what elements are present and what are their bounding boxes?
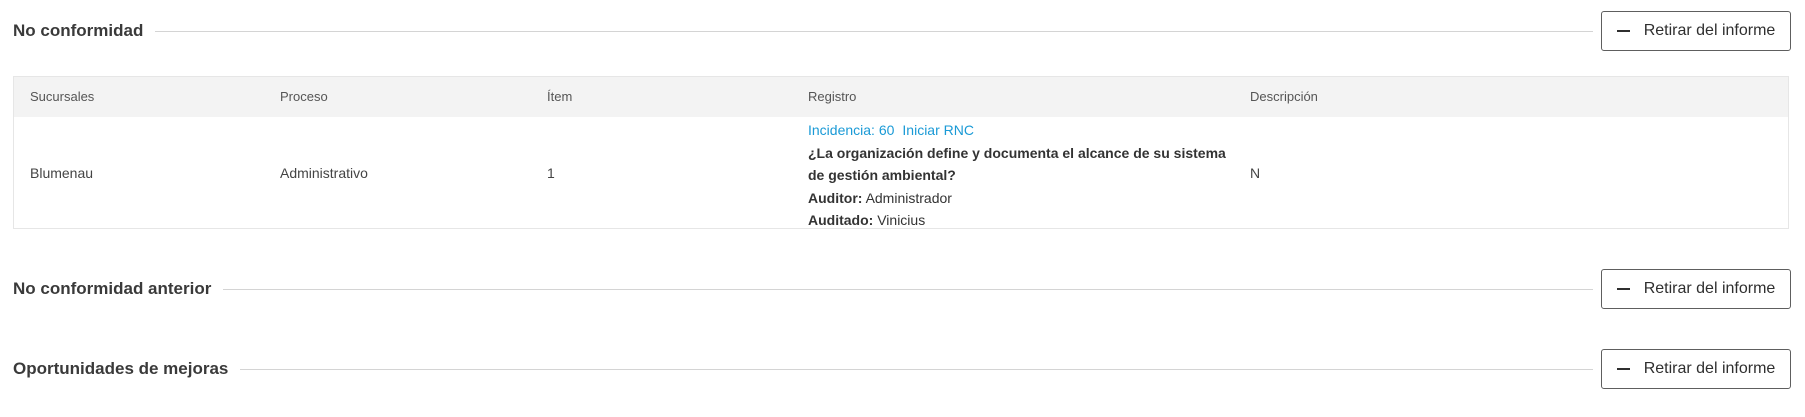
registro-auditado: Auditado: Vinicius bbox=[808, 209, 1238, 232]
cell-item: 1 bbox=[547, 164, 555, 181]
section-title: No conformidad anterior bbox=[13, 279, 212, 298]
remove-from-report-button[interactable]: Retirar del informe bbox=[1601, 349, 1791, 389]
remove-button-label: Retirar del informe bbox=[1643, 280, 1776, 297]
auditado-value: Vinicius bbox=[877, 212, 926, 228]
auditor-value: Administrador bbox=[865, 189, 952, 206]
section-divider bbox=[240, 368, 1593, 370]
section-header-oportunidades-de-mejoras: Oportunidades de mejoras Retirar del inf… bbox=[13, 349, 1791, 389]
registro-links: Incidencia: 60 Iniciar RNC bbox=[808, 119, 1238, 142]
section-title: No conformidad bbox=[13, 21, 144, 40]
column-header-descripcion: Descripción bbox=[1250, 89, 1318, 104]
registro-auditor: Auditor: Administrador bbox=[808, 187, 1238, 210]
section-divider bbox=[155, 30, 1593, 32]
iniciar-rnc-link[interactable]: Iniciar RNC bbox=[902, 122, 974, 138]
auditado-label: Auditado: bbox=[808, 212, 874, 228]
auditor-label: Auditor: bbox=[808, 189, 863, 206]
section-header-no-conformidad: No conformidad Retirar del informe bbox=[13, 11, 1791, 51]
minus-icon bbox=[1616, 288, 1630, 290]
table-header-row: Sucursales Proceso Ítem Registro Descrip… bbox=[14, 77, 1788, 117]
remove-button-label: Retirar del informe bbox=[1643, 22, 1776, 39]
table-row: Blumenau Administrativo 1 Incidencia: 60… bbox=[14, 117, 1788, 228]
column-header-sucursales: Sucursales bbox=[30, 89, 95, 104]
remove-from-report-button[interactable]: Retirar del informe bbox=[1601, 269, 1791, 309]
section-title: Oportunidades de mejoras bbox=[13, 359, 229, 378]
incidencia-link[interactable]: Incidencia: 60 bbox=[808, 122, 894, 138]
no-conformidad-table: Sucursales Proceso Ítem Registro Descrip… bbox=[13, 76, 1789, 229]
cell-proceso: Administrativo bbox=[280, 164, 368, 181]
column-header-item: Ítem bbox=[547, 89, 573, 104]
column-header-registro: Registro bbox=[808, 89, 857, 104]
minus-icon bbox=[1616, 368, 1630, 370]
cell-registro: Incidencia: 60 Iniciar RNC ¿La organizaci… bbox=[808, 119, 1238, 232]
section-header-no-conformidad-anterior: No conformidad anterior Retirar del info… bbox=[13, 269, 1791, 309]
remove-button-label: Retirar del informe bbox=[1643, 360, 1776, 377]
column-header-proceso: Proceso bbox=[280, 89, 328, 104]
cell-sucursal: Blumenau bbox=[30, 164, 94, 181]
cell-descripcion: N bbox=[1250, 164, 1261, 181]
registro-question: ¿La organización define y documenta el a… bbox=[808, 144, 1226, 184]
minus-icon bbox=[1616, 30, 1630, 32]
remove-from-report-button[interactable]: Retirar del informe bbox=[1601, 11, 1791, 51]
section-divider bbox=[223, 288, 1593, 290]
